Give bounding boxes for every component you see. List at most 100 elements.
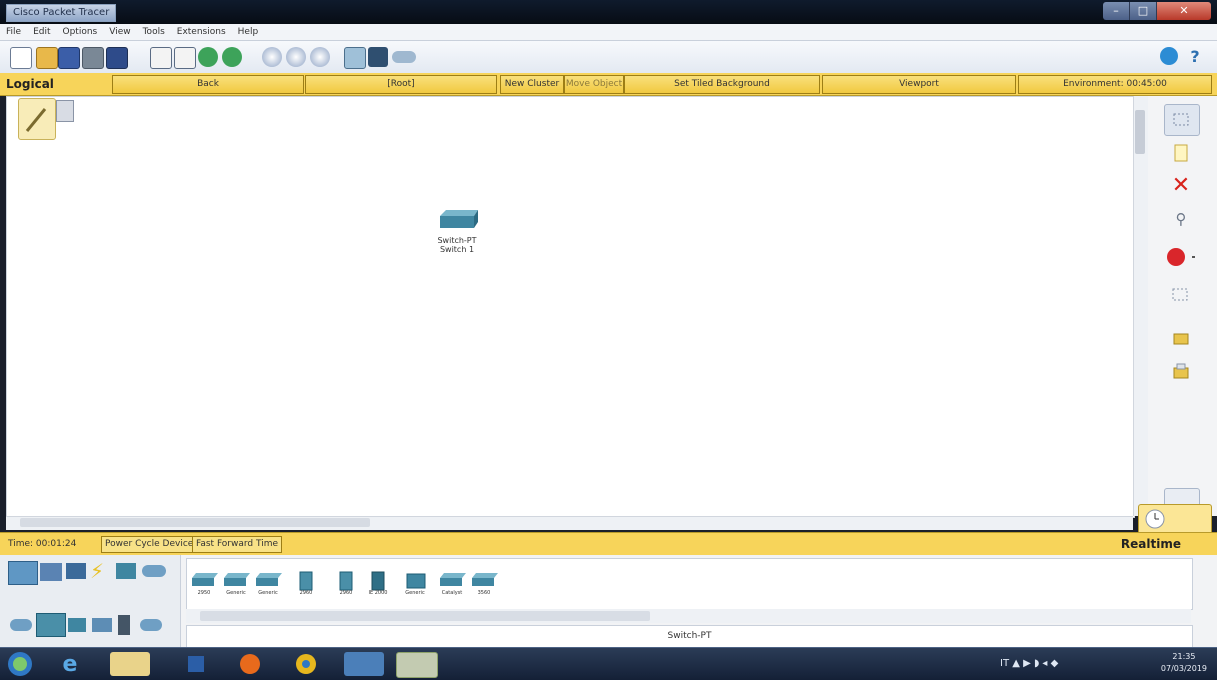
root-button[interactable]: [Root] (305, 75, 497, 94)
multiuser-icon[interactable] (142, 565, 166, 577)
environment-button[interactable]: Environment: 00:45:00 (1018, 75, 1212, 94)
packet-tracer-taskbar-icon[interactable] (396, 652, 438, 678)
model-label: 3560 (477, 590, 491, 596)
cloud-icon[interactable] (392, 51, 416, 63)
model-label: 2960 (299, 590, 313, 596)
new-icon[interactable] (10, 47, 32, 69)
delete-icon[interactable]: ✕ (1164, 170, 1198, 200)
physical-view-tab[interactable] (18, 98, 56, 140)
clock-icon (1145, 509, 1165, 529)
window-controls: – □ ✕ (1103, 2, 1211, 20)
resize-icon[interactable] (1164, 280, 1198, 310)
horizontal-scroll-thumb[interactable] (20, 518, 370, 527)
components-icon[interactable] (66, 563, 86, 579)
close-button[interactable]: ✕ (1157, 2, 1211, 20)
vertical-scroll-thumb[interactable] (1135, 110, 1145, 154)
navigation-panel-icon[interactable] (56, 100, 74, 122)
help-icon[interactable]: ? (1186, 47, 1204, 67)
node-name-label: Switch 1 (439, 245, 475, 254)
wrench-icon (25, 108, 47, 132)
inspect-icon[interactable]: ⚲ (1164, 204, 1198, 234)
menu-edit[interactable]: Edit (27, 24, 56, 40)
menu-help[interactable]: Help (232, 24, 265, 40)
model-label: Generic (258, 590, 278, 596)
logical-workspace[interactable] (6, 96, 1135, 518)
logical-mode-label[interactable]: Logical (6, 77, 54, 91)
realtime-label[interactable]: Realtime (1121, 537, 1181, 551)
wireless-devices-icon[interactable] (92, 618, 112, 632)
new-cluster-button[interactable]: New Cluster (500, 75, 564, 94)
switches-icon[interactable] (36, 613, 66, 637)
common-tools-panel: ✕ ⚲ (1148, 96, 1217, 520)
switch-node[interactable]: Switch-PT Switch 1 (432, 208, 482, 268)
models-scroll-thumb[interactable] (200, 611, 650, 621)
zoom-in-icon[interactable] (262, 47, 282, 67)
zoom-out-icon[interactable] (310, 47, 330, 67)
activity-wizard-icon[interactable] (106, 47, 128, 69)
menu-bar: File Edit Options View Tools Extensions … (0, 24, 1217, 41)
print-icon[interactable] (82, 47, 104, 69)
model-label: Generic (405, 590, 425, 596)
device-categories: ⚡ (0, 555, 181, 647)
paste-icon[interactable] (174, 47, 196, 69)
end-devices-icon[interactable] (40, 563, 62, 581)
draw-shape-icon[interactable] (1164, 242, 1198, 272)
move-object-button[interactable]: Move Object (564, 75, 624, 94)
main-toolbar: ? (0, 41, 1217, 74)
save-icon[interactable] (58, 47, 80, 69)
taskbar: e IT ▲ ▶ ◗ ◂ ◆ 21:35 07/03/2019 (0, 647, 1217, 680)
add-complex-pdu-icon[interactable] (1164, 356, 1198, 386)
open-icon[interactable] (36, 47, 58, 69)
note-icon[interactable] (1164, 138, 1198, 168)
window-title: Cisco Packet Tracer (6, 4, 117, 22)
redo-icon[interactable] (222, 47, 242, 67)
workspace-bar: Logical Back [Root] New Cluster Move Obj… (0, 73, 1217, 96)
model-label: 2950 (197, 590, 211, 596)
fast-forward-button[interactable]: Fast Forward Time (192, 536, 283, 553)
word-icon[interactable] (344, 652, 384, 676)
set-tiled-background-button[interactable]: Set Tiled Background (624, 75, 820, 94)
custom-device-icon[interactable] (368, 47, 388, 67)
vertical-scrollbar[interactable] (1133, 96, 1148, 516)
chrome-icon[interactable] (286, 652, 326, 676)
power-cycle-button[interactable]: Power Cycle Devices (101, 536, 202, 553)
menu-file[interactable]: File (0, 24, 27, 40)
undo-icon[interactable] (198, 47, 218, 67)
palette-icon[interactable] (344, 47, 366, 69)
menu-tools[interactable]: Tools (137, 24, 171, 40)
viewport-button[interactable]: Viewport (822, 75, 1016, 94)
network-devices-icon[interactable] (8, 561, 38, 585)
internet-explorer-icon[interactable]: e (50, 652, 90, 677)
model-label: Catalyst (441, 590, 463, 596)
system-tray-icons[interactable]: IT ▲ ▶ ◗ ◂ ◆ (1000, 658, 1058, 669)
model-label: Generic (226, 590, 246, 596)
file-explorer-icon[interactable] (110, 652, 150, 676)
connections-icon[interactable]: ⚡ (90, 559, 104, 583)
menu-view[interactable]: View (103, 24, 136, 40)
firefox-icon[interactable] (230, 652, 270, 676)
start-button[interactable] (4, 652, 36, 676)
maximize-button[interactable]: □ (1130, 2, 1157, 20)
routers-icon[interactable] (10, 619, 32, 631)
node-type-label: Switch-PT (437, 236, 477, 245)
clock-time: 21:35 (1172, 652, 1196, 661)
add-simple-pdu-icon[interactable] (1164, 324, 1198, 354)
hubs-icon[interactable] (68, 618, 86, 632)
copy-icon[interactable] (150, 47, 172, 69)
system-clock[interactable]: 21:35 07/03/2019 (1161, 651, 1207, 675)
selected-device-name: Switch-PT (186, 625, 1193, 648)
miscellaneous-icon[interactable] (116, 563, 136, 579)
security-icon[interactable] (118, 615, 130, 635)
zoom-reset-icon[interactable] (286, 47, 306, 67)
menu-extensions[interactable]: Extensions (171, 24, 232, 40)
back-button[interactable]: Back (112, 75, 304, 94)
select-icon[interactable] (1164, 104, 1200, 136)
title-bar (0, 0, 1217, 24)
menu-options[interactable]: Options (57, 24, 104, 40)
simulation-time: Time: 00:01:24 (8, 539, 77, 549)
status-bar: Time: 00:01:24 Power Cycle Devices Fast … (0, 532, 1217, 556)
minimize-button[interactable]: – (1103, 2, 1130, 20)
info-icon[interactable] (1160, 47, 1178, 65)
wan-emulation-icon[interactable] (140, 619, 162, 631)
media-player-icon[interactable] (176, 652, 216, 676)
